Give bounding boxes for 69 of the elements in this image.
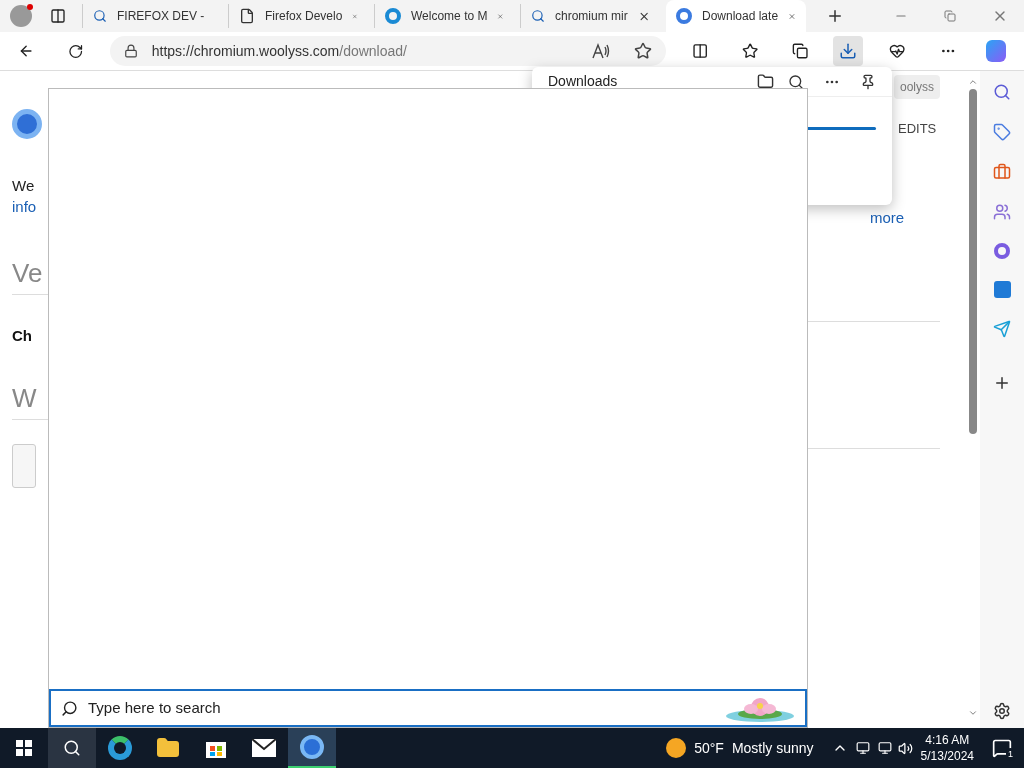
weather-temperature[interactable]: 50°F xyxy=(694,737,724,759)
browser-tab[interactable]: Download late xyxy=(666,0,806,32)
weather-icon[interactable] xyxy=(666,738,687,758)
download-icon xyxy=(839,42,857,60)
address-field[interactable]: https://chromium.woolyss.com/download/ xyxy=(109,36,666,66)
date-text: 5/13/2024 xyxy=(920,748,974,764)
search-icon xyxy=(61,699,78,717)
network-icon[interactable] xyxy=(877,741,892,755)
browser-tab[interactable]: Firefox Develo xyxy=(228,4,368,28)
notification-button[interactable]: 1 xyxy=(992,738,1012,758)
search-icon[interactable] xyxy=(788,73,804,90)
screenshot-thumbnail xyxy=(12,444,36,488)
tag-icon[interactable] xyxy=(993,123,1011,141)
copilot-icon[interactable] xyxy=(986,40,1007,62)
mail-icon xyxy=(252,739,276,757)
tab-title: Welcome to M xyxy=(411,8,488,25)
tab-title: Download late xyxy=(702,8,779,25)
page-text: Ch xyxy=(12,326,33,346)
favorites-icon[interactable] xyxy=(741,42,759,60)
tab-title: FIREFOX DEV - xyxy=(117,8,205,25)
scroll-down-icon[interactable] xyxy=(967,708,978,718)
scrollbar-thumb[interactable] xyxy=(968,89,977,434)
page-text: We xyxy=(12,176,36,196)
search-icon xyxy=(63,739,81,757)
read-aloud-icon[interactable] xyxy=(591,43,610,59)
search-icon xyxy=(531,9,545,23)
collections-icon[interactable] xyxy=(792,42,809,60)
profile-avatar[interactable] xyxy=(10,5,32,27)
favorite-star-icon[interactable] xyxy=(633,42,652,60)
site-chip: oolyss xyxy=(894,75,940,99)
folder-icon xyxy=(156,736,180,760)
url-text: https://chromium.woolyss.com/download/ xyxy=(151,41,408,61)
site-logo-icon xyxy=(12,109,42,139)
more-link[interactable]: more xyxy=(870,206,905,229)
people-icon[interactable] xyxy=(993,203,1011,221)
browser-tab[interactable]: FIREFOX DEV - xyxy=(82,4,222,28)
search-icon xyxy=(93,9,107,23)
windows-logo-icon[interactable] xyxy=(16,740,32,756)
add-icon[interactable] xyxy=(993,374,1011,392)
search-button[interactable] xyxy=(48,728,96,768)
time-text: 4:16 AM xyxy=(925,732,970,748)
tab-title: chromium mir xyxy=(555,8,628,25)
toolbox-icon[interactable] xyxy=(993,163,1011,181)
scroll-up-icon[interactable] xyxy=(967,77,978,87)
lock-icon xyxy=(123,44,138,58)
page-icon xyxy=(239,8,255,24)
browser-tab[interactable]: chromium mir xyxy=(520,4,660,28)
tab-title: Firefox Develo xyxy=(265,8,343,25)
search-field[interactable]: Type here to search xyxy=(49,689,807,727)
split-screen-icon[interactable] xyxy=(691,42,708,60)
page-text: Ve xyxy=(12,263,44,284)
send-icon[interactable] xyxy=(993,320,1011,338)
refresh-icon[interactable] xyxy=(68,42,84,60)
weather-condition[interactable]: Mostly sunny xyxy=(731,737,814,759)
new-tab-icon[interactable] xyxy=(826,7,844,25)
pin-icon[interactable] xyxy=(860,73,876,90)
folder-icon[interactable] xyxy=(757,73,774,90)
page-text: info xyxy=(12,197,38,217)
page-text: W xyxy=(12,388,38,409)
heart-pulse-icon[interactable] xyxy=(889,42,906,60)
panel-title: Downloads xyxy=(548,72,619,91)
downloads-button[interactable] xyxy=(832,36,864,66)
tab-actions-icon[interactable] xyxy=(50,8,66,24)
search-input[interactable]: Type here to search xyxy=(88,696,715,720)
nav-link[interactable]: EDITS xyxy=(898,119,937,139)
restore-icon[interactable] xyxy=(944,10,956,22)
settings-icon[interactable] xyxy=(993,702,1011,720)
clock[interactable]: 4:16 AM 5/13/2024 xyxy=(920,732,974,764)
browser-tab[interactable]: Welcome to M xyxy=(374,4,514,28)
